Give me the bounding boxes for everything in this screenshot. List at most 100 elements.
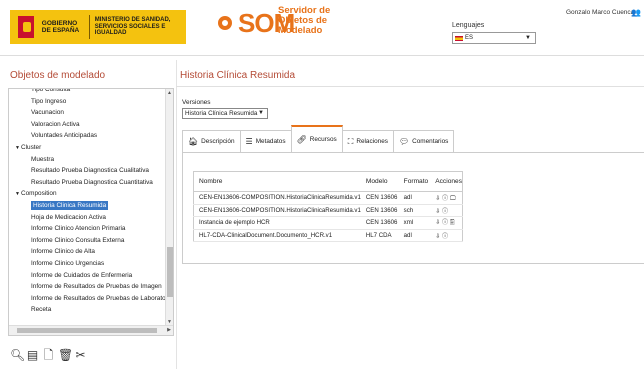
language-value: ES [465,35,474,41]
cell-acciones[interactable]: ⇩ ⓘ [430,229,463,242]
trash-icon[interactable]: 🗑 [58,348,73,362]
version-select[interactable]: Historia Clínica Resumida ▼ [182,108,268,119]
coat-of-arms-icon [16,14,36,40]
cell-modelo: CEN 13606 [360,204,399,217]
scroll-right-icon[interactable]: ▶ [167,327,171,333]
tree-item-label: Historia Clinica Resumida [31,200,109,210]
tab-label: Descripción [201,138,235,145]
tree-item-label: Informe de Resultados de Pruebas de Labo… [31,294,166,302]
tree-item-label: Tipo Ingreso [31,97,67,105]
scrollbar-thumb[interactable] [17,328,157,333]
tree-item-label: Informe Clinico Consulta Externa [31,236,125,244]
column-header-modelo: Modelo [360,171,399,192]
search-icon[interactable]: 🔍︎ [10,348,25,362]
cell-modelo: CEN 13606 [360,191,399,205]
tree-item-label: Informe Clinico de Alta [31,248,95,256]
cell-modelo: CEN 13606 [360,216,399,230]
table-row: CEN-EN13606-COMPOSITION.HistoriaClinicaR… [193,204,463,217]
tree-item[interactable]: Informe de Resultados de Pruebas de Imag… [9,281,165,293]
tab-comentarios[interactable]: 💬︎ Comentarios [392,130,455,152]
column-header-formato: Formato [398,171,431,192]
hierarchy-icon: ⛶ [347,136,354,146]
tools-icon[interactable]: ✂ [74,348,87,362]
tree-item[interactable]: Tipo Consulta [9,89,165,96]
scroll-up-icon[interactable]: ▲ [167,90,172,96]
page-title: Historia Clínica Resumida [180,70,296,81]
vertical-scrollbar[interactable]: ▲ ▼ [165,89,173,326]
tree-item[interactable]: Informe Clinico de Alta [9,246,165,258]
tree-item[interactable]: Resultado Prueba Diagnostica Cuantitativ… [9,177,165,189]
tree-item-label: Voluntades Anticipadas [31,132,98,140]
panel-divider [176,60,177,369]
tree-item-label: Valoracion Activa [31,120,80,128]
tree-item-label: Resultado Prueba Diagnostica Cualitativa [31,167,149,175]
tree-item[interactable]: Voluntades Anticipadas [9,130,165,142]
logo-separator [88,15,90,39]
language-label: Lenguajes [452,22,485,29]
tab-label: Metadatos [255,138,286,145]
table-row: Instancia de ejemplo HCR CEN 13606 xml ⇩ ⓘ … [193,216,463,230]
resources-table-body: CEN-EN13606-COMPOSITION.HistoriaClinicaR… [193,191,463,242]
list-icon: ☰ [245,137,253,146]
tree-item[interactable]: Vacunacion [9,107,165,119]
tab-relaciones[interactable]: ⛶ Relaciones [341,130,394,152]
resources-table: Nombre Modelo Formato Acciones CEN-EN136… [193,171,463,242]
table-row: CEN-EN13606-COMPOSITION.HistoriaClinicaR… [193,191,463,205]
tab-label: Relaciones [356,138,388,145]
tab-descripcion[interactable]: 🏠︎ Descripción [182,130,241,152]
tree-toolbar: 🔍︎ ▤ 🗋 🗑 ✂ [10,348,87,362]
tree-item[interactable]: Informe de Cuidados de Enfermeria [9,270,165,282]
horizontal-scrollbar[interactable]: ▶ [9,325,173,335]
versions-label: Versiones [182,99,211,106]
tab-recursos[interactable]: 🔗︎ Recursos [290,125,343,152]
tree-item[interactable]: Muestra [9,154,165,166]
tab-label: Recursos [309,136,337,143]
tab-bar: 🏠︎ Descripción ☰ Metadatos 🔗︎ Recursos ⛶… [182,125,455,152]
tree-item-label: Informe Clinico Urgencias [31,259,105,267]
cell-nombre: CEN-EN13606-COMPOSITION.HistoriaClinicaR… [193,191,361,205]
scrollbar-thumb[interactable] [167,247,173,297]
users-icon[interactable]: 👥 [631,8,641,17]
title-rule [176,86,644,87]
tree-item-label: Cluster [21,143,42,151]
tab-label: Comentarios [412,138,449,145]
chevron-down-icon: ▼ [525,35,531,41]
cell-modelo: HL7 CDA [360,229,399,242]
tree-item[interactable]: Valoracion Activa [9,119,165,131]
tree-item[interactable]: Informe Clinico Urgencias [9,258,165,270]
model-tree: Tipo Consulta Tipo Ingreso Vacunacion Valor… [8,88,174,336]
table-header-row: Nombre Modelo Formato Acciones [193,171,463,192]
tree-item-label: Receta [31,306,52,314]
tree-item[interactable]: Resultado Prueba Diagnostica Cualitativa [9,165,165,177]
document-icon[interactable]: ▤ [26,348,39,362]
tree-item[interactable]: Receta [9,304,165,316]
home-icon: 🏠︎ [188,137,199,146]
tree-item[interactable]: Informe Clinico Consulta Externa [9,235,165,247]
tab-metadatos[interactable]: ☰ Metadatos [239,130,292,152]
government-logo: GOBIERNO DE ESPAÑA MINISTERIO DE SANIDAD… [10,10,186,44]
tree-item-label: Hoja de Medicacion Activa [31,213,106,221]
language-select[interactable]: ES ▼ [452,32,536,44]
tree-folder[interactable]: ▼Cluster [9,142,165,154]
cell-formato: adl [398,229,431,242]
column-header-nombre: Nombre [193,171,361,192]
tree-list: Tipo Consulta Tipo Ingreso Vacunacion Valor… [9,89,166,316]
tree-item-label: Informe Clinico Atencion Primaria [31,225,126,233]
tree-item[interactable]: Hoja de Medicacion Activa [9,212,165,224]
cell-formato: adl [398,191,431,205]
cell-acciones[interactable]: ⇩ ⓘ 🖺 [430,216,463,230]
tree-item[interactable]: Informe de Resultados de Pruebas de Labo… [9,293,166,305]
cell-formato: xml [398,216,431,230]
tree-item[interactable]: Informe Clinico Atencion Primaria [9,223,165,235]
tree-item-label: Vacunacion [31,109,64,117]
tree-item[interactable]: Tipo Ingreso [9,96,165,108]
add-document-icon[interactable]: 🗋 [42,348,55,362]
gov-name: GOBIERNO DE ESPAÑA [41,20,80,34]
cell-acciones[interactable]: ⇩ ⓘ [430,204,463,217]
cell-acciones[interactable]: ⇩ ⓘ 🖵 [430,191,463,205]
tree-folder[interactable]: ▼Composition [9,188,165,200]
tree-item[interactable]: Historia Clinica Resumida [9,200,165,212]
comments-icon: 💬︎ [398,137,410,146]
resources-panel: Nombre Modelo Formato Acciones CEN-EN136… [182,152,644,264]
column-header-acciones: Acciones [430,171,463,192]
